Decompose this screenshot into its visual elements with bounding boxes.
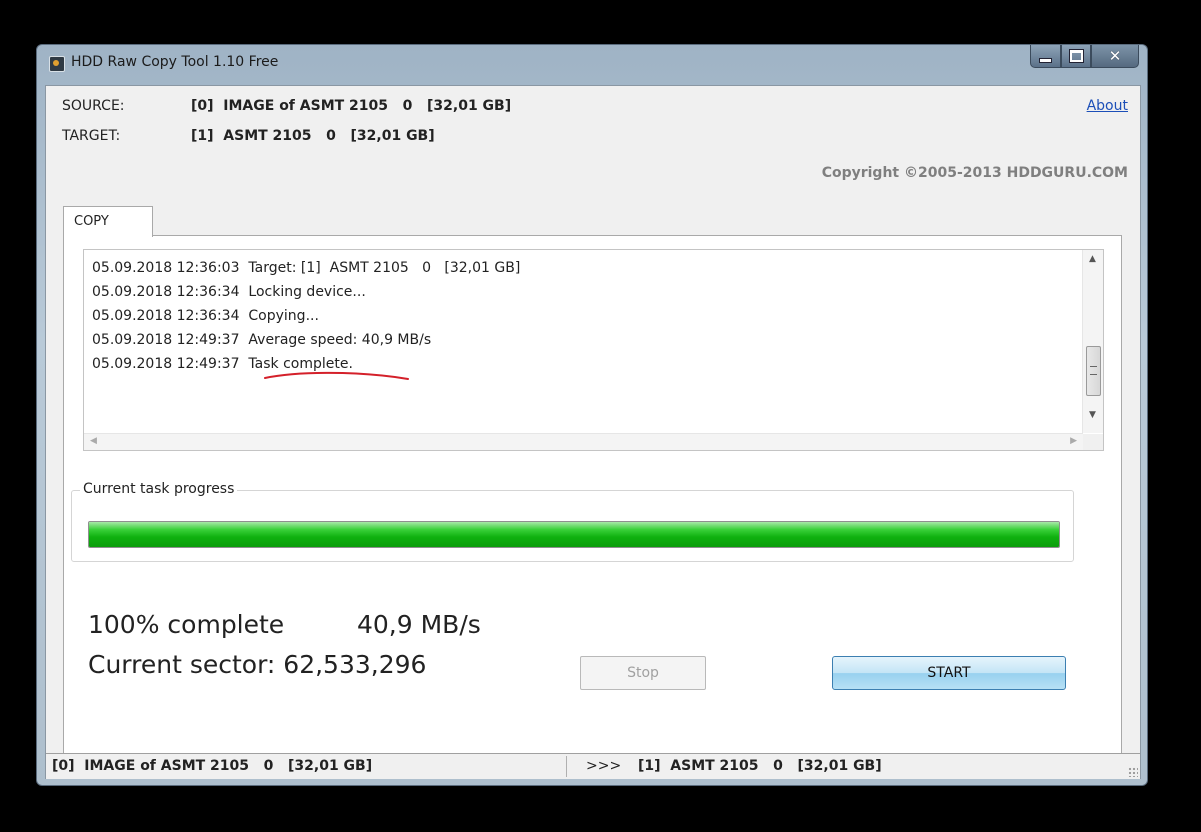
horizontal-scrollbar[interactable]: ◀ ▶: [84, 433, 1083, 450]
log-line: 05.09.2018 12:49:37 Task complete.: [92, 352, 1079, 376]
log-message: Target: [1] ASMT 2105 0 [32,01 GB]: [248, 260, 521, 276]
log-message: Locking device...: [248, 284, 366, 300]
scroll-up-icon[interactable]: ▲: [1089, 254, 1096, 264]
copy-speed: 40,9 MB/s: [357, 610, 481, 639]
about-link[interactable]: About: [1087, 98, 1128, 114]
start-button[interactable]: START: [832, 656, 1066, 690]
title-bar[interactable]: HDD Raw Copy Tool 1.10 Free ✕: [37, 45, 1147, 85]
log-line: 05.09.2018 12:36:34 Locking device...: [92, 280, 1079, 304]
scroll-right-icon[interactable]: ▶: [1070, 436, 1077, 446]
progress-bar: [88, 521, 1060, 548]
log-message: Copying...: [248, 308, 319, 324]
log-line: 05.09.2018 12:36:34 Copying...: [92, 304, 1079, 328]
status-arrow: >>>: [586, 758, 622, 774]
close-icon: ✕: [1108, 47, 1122, 65]
stop-button[interactable]: Stop: [580, 656, 706, 690]
percent-complete: 100% complete: [88, 610, 285, 639]
window-controls: ✕: [1030, 45, 1139, 68]
source-value: [0] IMAGE of ASMT 2105 0 [32,01 GB]: [191, 98, 512, 114]
target-label: TARGET:: [62, 128, 121, 144]
minimize-icon: [1039, 57, 1052, 63]
minimize-button[interactable]: [1030, 45, 1061, 68]
scroll-thumb[interactable]: [1086, 346, 1101, 396]
maximize-button[interactable]: [1061, 45, 1091, 68]
source-label: SOURCE:: [62, 98, 125, 114]
log-time: 05.09.2018 12:36:34: [92, 284, 240, 300]
scroll-left-icon[interactable]: ◀: [90, 436, 97, 446]
status-bar: [0] IMAGE of ASMT 2105 0 [32,01 GB] >>> …: [46, 753, 1140, 779]
log-time: 05.09.2018 12:36:03: [92, 260, 240, 276]
client-area: SOURCE: [0] IMAGE of ASMT 2105 0 [32,01 …: [45, 85, 1141, 779]
log-listbox[interactable]: 05.09.2018 12:36:03 Target: [1] ASMT 210…: [83, 249, 1104, 451]
tab-copy-label: COPY: [74, 214, 109, 229]
log-time: 05.09.2018 12:49:37: [92, 332, 240, 348]
log-message: Average speed: 40,9 MB/s: [248, 332, 432, 348]
close-button[interactable]: ✕: [1091, 45, 1139, 68]
status-source: [0] IMAGE of ASMT 2105 0 [32,01 GB]: [52, 758, 373, 774]
app-window: HDD Raw Copy Tool 1.10 Free ✕ SOURCE: [0…: [36, 44, 1148, 786]
maximize-icon: [1068, 49, 1084, 63]
copyright-text: Copyright ©2005-2013 HDDGURU.COM: [821, 165, 1128, 181]
tab-copy[interactable]: COPY: [63, 206, 153, 237]
scroll-down-icon[interactable]: ▼: [1089, 410, 1096, 420]
log-lines: 05.09.2018 12:36:03 Target: [1] ASMT 210…: [92, 256, 1079, 376]
progress-group-label: Current task progress: [80, 481, 238, 497]
progress-fill: [89, 522, 1059, 547]
log-time: 05.09.2018 12:49:37: [92, 356, 240, 372]
log-line: 05.09.2018 12:49:37 Average speed: 40,9 …: [92, 328, 1079, 352]
status-target: [1] ASMT 2105 0 [32,01 GB]: [638, 758, 882, 774]
log-line: 05.09.2018 12:36:03 Target: [1] ASMT 210…: [92, 256, 1079, 280]
window-title: HDD Raw Copy Tool 1.10 Free: [71, 54, 279, 70]
log-time: 05.09.2018 12:36:34: [92, 308, 240, 324]
vertical-scrollbar[interactable]: ▲ ▼: [1082, 250, 1103, 433]
app-icon: [49, 56, 65, 72]
log-message: Task complete.: [248, 356, 353, 372]
progress-group: Current task progress: [71, 481, 1074, 562]
scroll-corner: [1083, 434, 1103, 450]
red-underline-annotation: [264, 371, 409, 380]
target-value: [1] ASMT 2105 0 [32,01 GB]: [191, 128, 435, 144]
current-sector: Current sector: 62,533,296: [88, 650, 427, 679]
copy-tab-panel: 05.09.2018 12:36:03 Target: [1] ASMT 210…: [63, 235, 1122, 773]
status-divider: [566, 756, 567, 777]
resize-grip-icon[interactable]: [1128, 767, 1138, 777]
